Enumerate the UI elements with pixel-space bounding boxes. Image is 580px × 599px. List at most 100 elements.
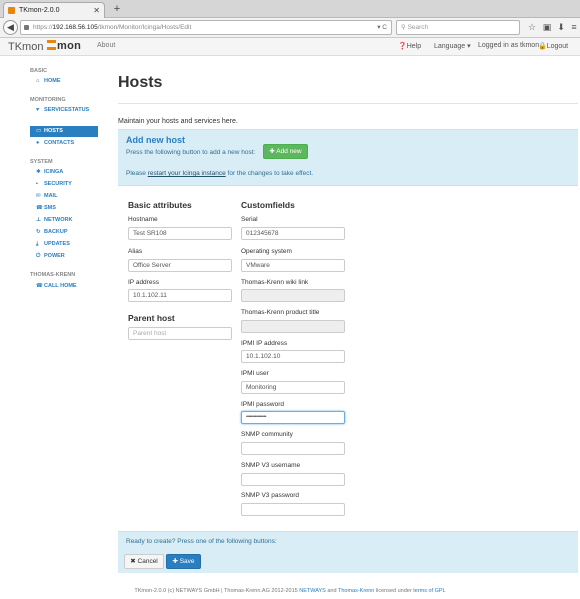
parent-host-field[interactable]: Parent host [128,327,232,340]
sidebar-item-label: CALL HOME [44,283,77,289]
serial-field[interactable]: 012345678 [241,227,345,240]
help-icon: ❓ [398,43,407,50]
sidebar-item-backup[interactable]: ↻ BACKUP [30,227,98,238]
ipmi-user-field[interactable]: Monitoring [241,381,345,394]
user-icon: ● [36,140,40,146]
save-panel: Ready to create? Press one of the follow… [118,531,578,573]
sidebar-item-call-home[interactable]: ☎CALL HOME [30,281,98,292]
ipmi-user-label: IPMI user [241,370,269,377]
product-title-field [241,320,345,333]
logo-mark-icon [47,40,56,50]
download-arrow-icon[interactable]: ⬇ [555,21,567,33]
sidebar-header-monitoring: MONITORING [30,97,66,103]
reload-icon[interactable]: ▾ C [377,21,387,34]
heart-icon: ♥ [36,107,40,113]
sidebar-item-label: HOSTS [44,128,63,134]
back-arrow-icon[interactable]: ◀ [3,20,18,35]
network-icon: ⊥ [36,217,42,223]
sidebar-item-security[interactable]: ▪ SECURITY [30,179,98,190]
language-dropdown[interactable]: Language ▾ [434,42,471,50]
sidebar-item-servicestatus[interactable]: ♥ SERVICESTATUS [30,105,98,116]
sidebar-item-label: MAIL [44,193,58,199]
close-icon: ✖ [130,558,138,565]
sidebar-item-contacts[interactable]: ● CONTACTS [30,138,98,149]
app-header: TKmon mon About ❓Help Language ▾ Logged … [0,38,580,56]
customfields-title: Customfields [241,200,295,210]
sidebar-item-label: CONTACTS [44,140,75,146]
ipmi-ip-field[interactable]: 10.1.102.10 [241,350,345,363]
browser-tab-bar: TKmon-2.0.0 ✕ + [0,0,580,18]
snmp-community-label: SNMP community [241,431,293,438]
ipmi-password-field[interactable]: •••••••••••••••• [241,411,345,424]
add-host-desc: Press the following button to add a new … [126,149,256,156]
close-tab-icon[interactable]: ✕ [93,3,100,18]
browser-toolbar: ◀ https://192.168.56.105/tkmon/Monitor/I… [0,18,580,38]
snmp-community-field[interactable] [241,442,345,455]
thomas-krenn-link[interactable]: Thomas-Krenn [338,588,374,594]
sidebar-header-system: SYSTEM [30,159,53,165]
page-intro: Maintain your hosts and services here. [118,118,238,125]
sidebar-item-mail[interactable]: ✉ MAIL [30,191,98,202]
download-icon: ⤓ [36,241,39,247]
sidebar-item-home[interactable]: ⌂ HOME [30,76,98,87]
sidebar-item-updates[interactable]: ⤓ UPDATES [30,239,98,250]
restart-icinga-link[interactable]: restart your Icinga instance [148,170,226,177]
menu-icon[interactable]: ≡ [568,21,580,33]
sidebar-item-network[interactable]: ⊥ NETWORK [30,215,98,226]
add-new-button[interactable]: ✚ Add new [263,144,308,159]
plus-icon: ✚ [172,558,180,565]
snmp-v3-username-field[interactable] [241,473,345,486]
hostname-label: Hostname [128,216,158,223]
url-bar[interactable]: https://192.168.56.105/tkmon/Monitor/Ici… [20,20,392,35]
sidebar-item-power[interactable]: ⏻ POWER [30,251,98,262]
sidebar-header-basic: BASIC [30,68,48,74]
save-button[interactable]: ✚ Save [166,554,201,569]
bookmark-star-icon[interactable]: ☆ [526,21,538,33]
nav-about-link[interactable]: About [97,42,115,49]
gpl-terms-link[interactable]: terms of GPL [413,588,445,594]
monitor-icon: ▭ [36,128,42,134]
footer: TKmon-2.0.0 (c) NETWAYS GmbH | Thomas-Kr… [0,588,580,594]
sidebar-item-label: SMS [44,205,56,211]
sidebar-item-sms[interactable]: ☎SMS [30,203,98,214]
ip-address-field[interactable]: 10.1.102.11 [128,289,232,302]
brand-text[interactable]: TKmon [8,40,43,54]
ip-address-label: IP address [128,279,159,286]
nav-help-link[interactable]: ❓Help [398,42,421,50]
basic-attributes-title: Basic attributes [128,200,192,210]
netways-link[interactable]: NETWAYS [299,588,326,594]
ipmi-password-label: IPMI password [241,401,284,408]
logout-label: Logout [546,43,569,50]
serial-label: Serial [241,216,258,223]
snmp-v3-password-field[interactable] [241,503,345,516]
browser-search-input[interactable]: ⚲ Search [396,20,520,35]
cancel-button[interactable]: ✖ Cancel [124,554,164,569]
hostname-field[interactable]: Test SR108 [128,227,232,240]
alias-field[interactable]: Office Server [128,259,232,272]
sidebar-item-label: NETWORK [44,217,73,223]
search-icon: ⚲ [401,24,408,31]
new-tab-icon[interactable]: + [109,2,125,16]
logout-link[interactable]: 🔒Logout [538,42,568,50]
sidebar-item-hosts[interactable]: ▭ HOSTS [30,126,98,137]
footer-text: licensed under [374,588,414,594]
nav-help-label: Help [406,43,422,50]
sidebar-item-icinga[interactable]: ✱ ICINGA [30,167,98,178]
clipboard-icon[interactable]: ▣ [541,21,553,33]
snmp-v3-password-label: SNMP V3 password [241,492,300,499]
lock-icon: 🔒 [538,43,547,50]
sidebar-item-label: ICINGA [44,169,64,175]
tkmon-favicon-icon [8,7,15,14]
tkmon-logo[interactable]: mon [47,39,81,53]
title-divider [118,103,578,104]
refresh-icon: ↻ [36,229,41,235]
footer-text: and [325,588,338,594]
wiki-link-field [241,289,345,302]
sidebar-item-label: HOME [44,78,61,84]
browser-tab[interactable]: TKmon-2.0.0 ✕ [3,2,105,18]
add-host-title: Add new host [126,135,185,145]
phone-icon: ☎ [36,283,43,289]
sidebar-item-label: BACKUP [44,229,68,235]
wiki-link-label: Thomas-Krenn wiki link [241,279,309,286]
operating-system-field[interactable]: VMware [241,259,345,272]
